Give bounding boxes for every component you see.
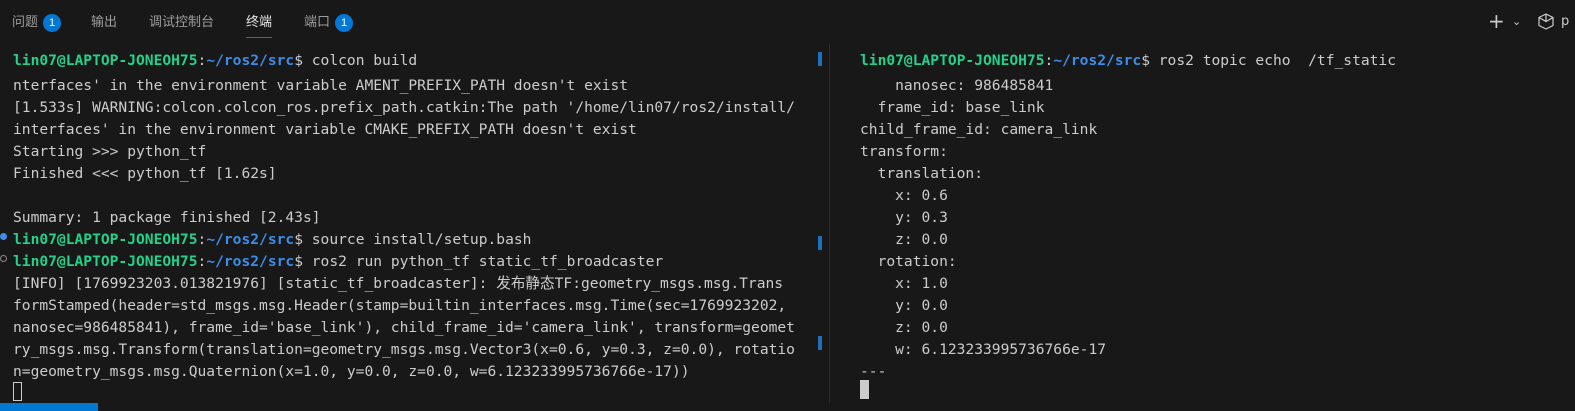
prompt-user: lin07@LAPTOP-JONEOH75	[13, 52, 198, 69]
terminal-line: frame_id: base_link	[860, 99, 1045, 116]
terminal-line: ry_msgs.msg.Transform(translation=geomet…	[13, 341, 795, 358]
command-running-decoration-icon[interactable]	[0, 255, 7, 262]
terminal-line: z: 0.0	[860, 231, 948, 248]
prompt-user: lin07@LAPTOP-JONEOH75	[13, 231, 198, 248]
command-text: ros2 topic echo /tf_static	[1149, 52, 1396, 69]
terminal-right[interactable]: lin07@LAPTOP-JONEOH75:~/ros2/src$ ros2 t…	[838, 48, 1575, 403]
terminal-line: [1.533s] WARNING:colcon.colcon_ros.prefi…	[13, 99, 795, 116]
terminal-left[interactable]: lin07@LAPTOP-JONEOH75:~/ros2/src$ colcon…	[0, 48, 818, 403]
split-divider[interactable]	[829, 44, 830, 403]
terminal-cursor	[13, 382, 22, 401]
terminal-line: Summary: 1 package finished [2.43s]	[13, 209, 321, 226]
terminal-line: w: 6.123233995736766e-17	[860, 341, 1107, 358]
prompt-path: ~/ros2/src	[206, 253, 295, 270]
terminal-line: Finished <<< python_tf [1.62s]	[13, 165, 277, 182]
command-text: colcon build	[302, 52, 418, 69]
status-bar	[0, 403, 1575, 411]
prompt-line: lin07@LAPTOP-JONEOH75:~/ros2/src$ ros2 t…	[860, 52, 1396, 69]
terminal-line: Starting >>> python_tf	[13, 143, 207, 160]
terminal-line: nanosec: 986485841	[860, 77, 1054, 94]
remote-indicator[interactable]	[0, 403, 98, 411]
terminal-line: nanosec=986485841), frame_id='base_link'…	[13, 319, 795, 336]
ports-count-badge: 1	[335, 13, 354, 32]
prompt-path: ~/ros2/src	[206, 231, 295, 248]
chevron-down-icon[interactable]: ⌄	[1512, 15, 1521, 28]
tab-label: 问题	[12, 14, 39, 29]
terminal-line: transform:	[860, 143, 948, 160]
terminal-line: interfaces' in the environment variable …	[13, 121, 637, 138]
tab-debug-console[interactable]: 调试控制台	[149, 0, 214, 44]
prompt-user: lin07@LAPTOP-JONEOH75	[13, 253, 198, 270]
prompt-symbol: $	[294, 231, 303, 248]
prompt-line: lin07@LAPTOP-JONEOH75:~/ros2/src$ colcon…	[13, 52, 418, 69]
terminal-line: [INFO] [1769923203.013821976] [static_tf…	[13, 275, 784, 292]
prompt-path: ~/ros2/src	[206, 52, 295, 69]
tab-label: 调试控制台	[149, 14, 215, 29]
tab-label: 端口	[304, 14, 331, 29]
prompt-user: lin07@LAPTOP-JONEOH75	[860, 52, 1045, 69]
terminal-name-label: p	[1561, 14, 1570, 29]
tab-output[interactable]: 输出	[91, 0, 117, 44]
prompt-line: lin07@LAPTOP-JONEOH75:~/ros2/src$ source…	[13, 231, 532, 248]
problems-count-badge: 1	[43, 13, 62, 32]
terminal-line: n=geometry_msgs.msg.Quaternion(x=1.0, y=…	[13, 363, 690, 380]
prompt-symbol: $	[294, 52, 303, 69]
left-scrollbar-marker[interactable]	[818, 336, 822, 350]
prompt-symbol: $	[1141, 52, 1150, 69]
terminal-line: x: 0.6	[860, 187, 948, 204]
tab-problems[interactable]: 问题 1	[12, 0, 62, 44]
terminal-line: child_frame_id: camera_link	[860, 121, 1098, 138]
plus-icon[interactable]: +	[1488, 9, 1505, 33]
tab-terminal[interactable]: 终端	[246, 0, 273, 44]
terminal-line: translation:	[860, 165, 984, 182]
command-success-decoration-icon[interactable]	[0, 233, 7, 240]
terminal-line: rotation:	[860, 253, 957, 270]
terminal-cursor	[860, 380, 869, 399]
prompt-symbol: $	[294, 253, 303, 270]
terminal-line: nterfaces' in the environment variable A…	[13, 77, 629, 94]
python-shell-icon[interactable]	[1538, 13, 1554, 34]
terminal-line: x: 1.0	[860, 275, 948, 292]
prompt-path: ~/ros2/src	[1053, 52, 1142, 69]
terminal-line: y: 0.0	[860, 297, 948, 314]
tab-label: 输出	[91, 14, 118, 29]
left-scrollbar-marker[interactable]	[818, 52, 822, 66]
terminal-line: z: 0.0	[860, 319, 948, 336]
tab-ports[interactable]: 端口 1	[304, 0, 354, 44]
left-scrollbar-marker[interactable]	[818, 236, 822, 250]
terminal-line: y: 0.3	[860, 209, 948, 226]
prompt-line: lin07@LAPTOP-JONEOH75:~/ros2/src$ ros2 r…	[13, 253, 664, 270]
panel-tab-bar: 问题 1 输出 调试控制台 终端 端口 1 + ⌄ p	[0, 0, 1575, 44]
command-text: ros2 run python_tf static_tf_broadcaster	[302, 253, 664, 270]
tab-label: 终端	[246, 14, 273, 29]
command-text: source install/setup.bash	[302, 231, 532, 248]
terminal-line: formStamped(header=std_msgs.msg.Header(s…	[13, 297, 787, 314]
